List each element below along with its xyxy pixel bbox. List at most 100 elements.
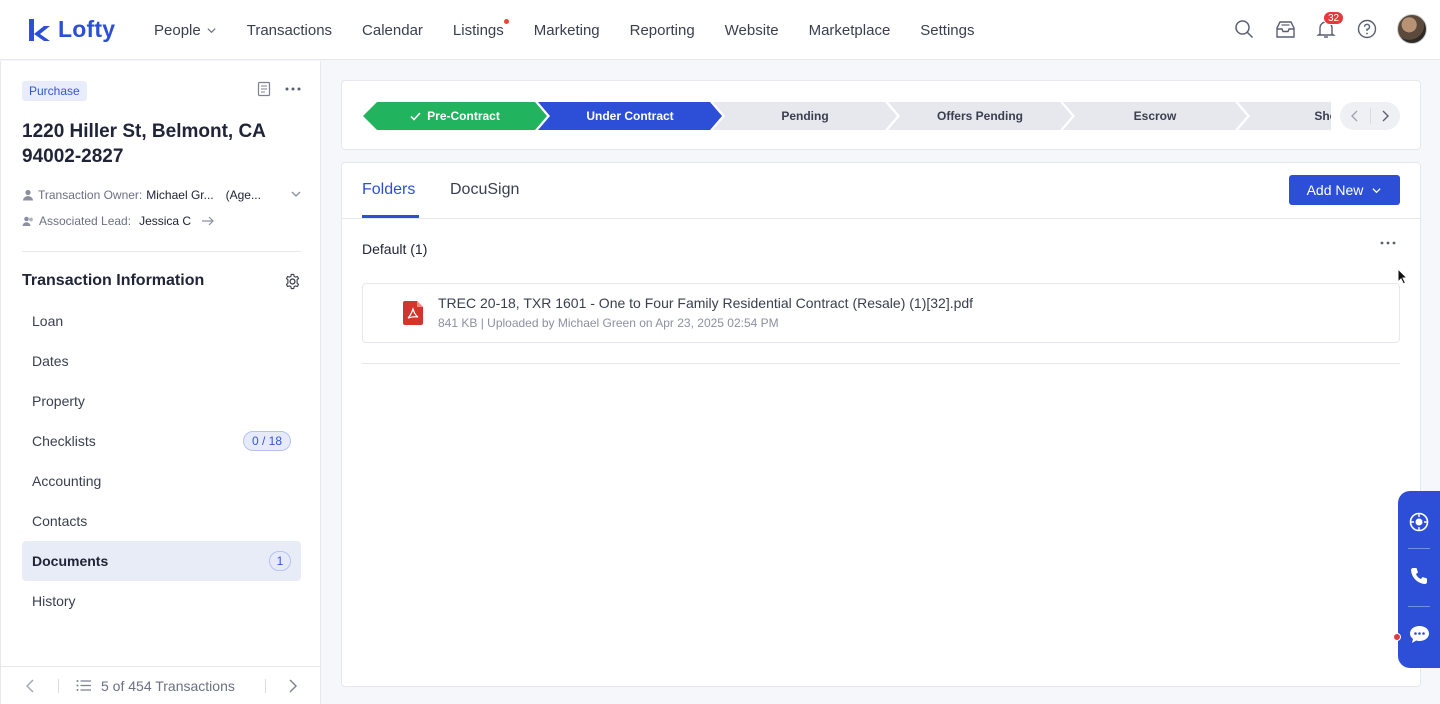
stage-label: Pending: [781, 109, 829, 123]
pager-separator: [58, 679, 59, 693]
stage-offers-pending[interactable]: Offers Pending: [888, 102, 1072, 130]
stage-scroll-left[interactable]: [1340, 102, 1370, 130]
nav-people-label: People: [154, 21, 201, 39]
chevron-down-icon: [291, 191, 301, 197]
nav-people[interactable]: People: [139, 0, 232, 60]
folder-title[interactable]: Default (1): [362, 241, 427, 257]
tab-docusign[interactable]: DocuSign: [450, 181, 519, 199]
stage-nav-separator: [1370, 108, 1371, 124]
nav-settings[interactable]: Settings: [905, 0, 989, 60]
sidebar-item-label: Loan: [32, 313, 64, 329]
transaction-owner-row[interactable]: Transaction Owner: Michael Gr... (Age...: [22, 188, 302, 202]
check-icon: [410, 112, 421, 121]
lofty-logo[interactable]: Lofty: [26, 16, 115, 43]
stage-pre-contract[interactable]: Pre-Contract: [363, 102, 547, 130]
chat-button[interactable]: [1398, 612, 1440, 656]
nav-website-label: Website: [724, 21, 779, 39]
lofty-logo-icon: [29, 18, 50, 41]
chevron-left-icon[interactable]: [23, 678, 37, 694]
folder-divider: [362, 363, 1400, 364]
sidebar-item-label: Property: [32, 393, 85, 409]
help-button[interactable]: [1356, 18, 1378, 40]
stage-pipeline: Pre-Contract Under Contract Pending Offe…: [363, 102, 1331, 130]
notification-count-badge: 32: [1323, 11, 1345, 25]
gear-icon[interactable]: [284, 273, 301, 290]
people-icon: [22, 216, 33, 226]
mouse-cursor-icon: [1397, 268, 1408, 285]
sidebar-item-history[interactable]: History: [22, 581, 301, 621]
stage-pending[interactable]: Pending: [713, 102, 897, 130]
chevron-left-icon: [1351, 110, 1358, 122]
stage-escrow[interactable]: Escrow: [1063, 102, 1247, 130]
lead-label: Associated Lead:: [39, 214, 132, 228]
inbox-icon: [1275, 20, 1295, 38]
arrow-right-icon: [202, 216, 214, 226]
top-navigation: Lofty People Transactions Calendar Listi…: [0, 0, 1440, 60]
more-options-icon[interactable]: [1380, 241, 1396, 245]
sidebar-item-label: Accounting: [32, 473, 102, 489]
search-icon: [1235, 20, 1254, 39]
sidebar-item-loan[interactable]: Loan: [22, 301, 301, 341]
tab-folders[interactable]: Folders: [362, 181, 415, 199]
search-button[interactable]: [1233, 18, 1255, 40]
chevron-right-icon[interactable]: [286, 678, 300, 694]
sidebar-item-label: History: [32, 593, 76, 609]
inbox-button[interactable]: [1274, 18, 1296, 40]
nav-calendar[interactable]: Calendar: [347, 0, 438, 60]
nav-transactions[interactable]: Transactions: [232, 0, 347, 60]
stage-label: Offers Pending: [936, 109, 1023, 123]
notifications-button[interactable]: 32: [1315, 11, 1345, 40]
assistant-button[interactable]: [1398, 500, 1440, 544]
transaction-info-menu: Loan Dates Property Checklists 0 / 18 Ac…: [22, 301, 301, 621]
new-indicator-dot: [503, 19, 509, 24]
stage-label: Escrow: [1133, 109, 1177, 123]
stage-under-contract[interactable]: Under Contract: [538, 102, 722, 130]
sidebar-item-accounting[interactable]: Accounting: [22, 461, 301, 501]
phone-button[interactable]: [1398, 554, 1440, 598]
documents-count-badge: 1: [269, 551, 291, 571]
list-icon: [76, 680, 91, 691]
checklists-count-badge: 0 / 18: [242, 431, 291, 451]
document-row[interactable]: TREC 20-18, TXR 1601 - One to Four Famil…: [362, 283, 1400, 343]
chat-unread-dot: [1393, 633, 1401, 641]
pdf-file-icon: [403, 301, 423, 325]
floating-bar-separator: [1408, 606, 1430, 607]
person-icon: [23, 189, 33, 201]
notes-icon[interactable]: [257, 81, 271, 97]
pipeline-card: Pre-Contract Under Contract Pending Offe…: [341, 80, 1421, 150]
help-icon: [1357, 19, 1377, 39]
nav-marketing[interactable]: Marketing: [519, 0, 615, 60]
transaction-address: 1220 Hiller St, Belmont, CA 94002-2827: [22, 121, 266, 167]
floating-action-bar: [1398, 491, 1440, 668]
nav-website[interactable]: Website: [710, 0, 794, 60]
nav-marketplace-label: Marketplace: [808, 21, 891, 39]
nav-transactions-label: Transactions: [246, 21, 333, 39]
transaction-sidebar: Purchase 1220 Hiller St, Belmont, CA 940…: [0, 61, 321, 704]
stage-short[interactable]: Short: [1238, 102, 1331, 130]
nav-marketing-label: Marketing: [533, 21, 600, 39]
add-new-button[interactable]: Add New: [1289, 175, 1400, 205]
stage-scroll-right[interactable]: [1370, 102, 1400, 130]
document-name[interactable]: TREC 20-18, TXR 1601 - One to Four Famil…: [438, 295, 973, 311]
stage-label: Short: [1314, 109, 1330, 123]
sidebar-item-contacts[interactable]: Contacts: [22, 501, 301, 541]
sidebar-item-checklists[interactable]: Checklists 0 / 18: [22, 421, 301, 461]
owner-name: Michael Gr...: [146, 188, 214, 202]
sidebar-item-dates[interactable]: Dates: [22, 341, 301, 381]
more-options-icon[interactable]: [285, 87, 301, 91]
document-meta: 841 KB | Uploaded by Michael Green on Ap…: [438, 316, 779, 330]
user-avatar[interactable]: [1397, 14, 1427, 44]
documents-card: Folders DocuSign Add New Default (1) TRE…: [341, 162, 1421, 687]
nav-listings[interactable]: Listings: [438, 0, 519, 60]
nav-marketplace[interactable]: Marketplace: [794, 0, 906, 60]
chevron-down-icon: [207, 27, 216, 33]
sidebar-item-documents[interactable]: Documents 1: [22, 541, 301, 581]
nav-reporting[interactable]: Reporting: [615, 0, 710, 60]
sidebar-item-property[interactable]: Property: [22, 381, 301, 421]
transaction-pager: 5 of 454 Transactions: [1, 666, 321, 704]
associated-lead-row[interactable]: Associated Lead: Jessica C: [22, 214, 214, 228]
sidebar-item-label: Contacts: [32, 513, 88, 529]
sidebar-item-label: Dates: [32, 353, 69, 369]
section-divider: [22, 251, 301, 252]
header-actions: 32: [1233, 11, 1427, 44]
